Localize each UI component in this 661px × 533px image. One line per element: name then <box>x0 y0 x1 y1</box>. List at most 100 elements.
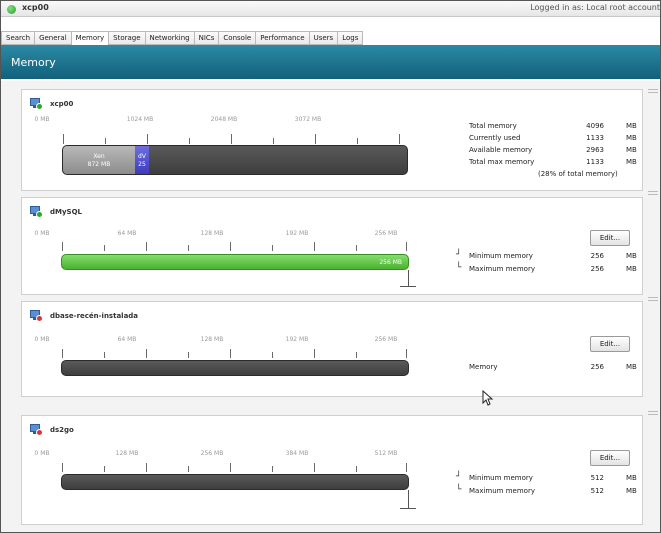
stat-total-max-memory-value: 1133 <box>586 158 604 166</box>
scale-tick <box>406 349 407 358</box>
scale-tick <box>406 242 407 251</box>
min-bracket-icon: ┘ <box>456 472 462 482</box>
scale-label: 64 MB <box>117 336 137 343</box>
scale-tick <box>230 349 231 358</box>
stat-minimum-memory-value: 256 <box>590 252 604 260</box>
vm-name: dMySQL <box>50 208 82 216</box>
tab-users[interactable]: Users <box>308 31 338 45</box>
vm-memory-segment[interactable]: dV 25 <box>135 146 149 174</box>
scroll-grip[interactable] <box>648 411 658 415</box>
scale-tick <box>315 134 316 144</box>
host-memory-bar: Xen 872 MB dV 25 <box>62 145 408 175</box>
scale-label: 2048 MB <box>210 116 238 123</box>
scale-label: 0 MB <box>34 230 50 237</box>
scale-tick <box>273 138 274 144</box>
scale-tick <box>188 352 189 358</box>
scale-label: 0 MB <box>34 116 50 123</box>
scale-tick <box>146 349 147 358</box>
scale-tick <box>314 242 315 251</box>
stat-minimum-memory-label: Minimum memory <box>469 474 533 482</box>
stat-minimum-memory-value: 512 <box>590 474 604 482</box>
stat-currently-used-value: 1133 <box>586 134 604 142</box>
scale-label: 128 MB <box>115 450 139 457</box>
scale-tick <box>147 134 148 144</box>
max-memory-marker-base <box>400 286 416 287</box>
tab-bar: Search General Memory Storage Networking… <box>1 31 364 46</box>
scale-tick <box>314 463 315 472</box>
max-memory-marker-base <box>400 508 416 509</box>
scale-tick <box>146 242 147 251</box>
vm-name: dbase-recén-instalada <box>50 312 139 320</box>
scale-tick <box>63 134 64 144</box>
tab-performance[interactable]: Performance <box>255 31 309 45</box>
stat-unit: MB <box>626 474 637 482</box>
stat-currently-used-label: Currently used <box>469 134 521 142</box>
stat-unit: MB <box>626 158 637 166</box>
scale-tick <box>356 352 357 358</box>
stat-maximum-memory-label: Maximum memory <box>469 487 535 495</box>
scale-tick <box>188 245 189 251</box>
scale-label: 256 MB <box>200 450 224 457</box>
stat-percent-note: (28% of total memory) <box>538 170 618 178</box>
scale-label: 384 MB <box>285 450 309 457</box>
xen-memory-segment[interactable]: Xen 872 MB <box>63 146 135 174</box>
vm-name: ds2go <box>50 426 74 434</box>
vm-memory-bar[interactable] <box>61 360 409 376</box>
scale-tick <box>104 466 105 472</box>
scale-tick <box>272 352 273 358</box>
scroll-grip[interactable] <box>648 191 658 195</box>
max-memory-marker[interactable] <box>408 270 409 286</box>
tab-storage[interactable]: Storage <box>108 31 145 45</box>
xen-label: Xen <box>93 153 105 160</box>
tab-console[interactable]: Console <box>218 31 256 45</box>
vm-memory-bar[interactable]: 256 MB <box>61 254 409 270</box>
stat-minimum-memory-label: Minimum memory <box>469 252 533 260</box>
scale-tick <box>146 463 147 472</box>
stat-maximum-memory-value: 512 <box>590 487 604 495</box>
scale-tick <box>406 463 407 472</box>
scale-label: 0 MB <box>34 450 50 457</box>
tab-general[interactable]: General <box>34 31 71 45</box>
vm-value: 25 <box>138 161 146 168</box>
scale-label: 0 MB <box>34 336 50 343</box>
scroll-grip[interactable] <box>648 89 658 93</box>
vm-running-icon <box>30 206 44 219</box>
scale-label: 256 MB <box>374 230 398 237</box>
scale-tick <box>105 138 106 144</box>
stat-total-memory-value: 4096 <box>586 122 604 130</box>
scale-tick <box>104 245 105 251</box>
scale-label: 192 MB <box>285 336 309 343</box>
stat-total-memory-label: Total memory <box>469 122 517 130</box>
vm-halted-icon <box>30 424 44 437</box>
scroll-grip[interactable] <box>648 297 658 301</box>
edit-memory-button[interactable]: Edit... <box>590 230 630 246</box>
scale-tick <box>189 138 190 144</box>
vm-label: dV <box>138 153 146 160</box>
stat-memory-label: Memory <box>469 363 498 371</box>
scale-tick <box>314 349 315 358</box>
host-server-icon <box>30 98 44 111</box>
scale-tick <box>188 466 189 472</box>
window: xcp00 Logged in as: Local root account S… <box>0 0 661 533</box>
tab-logs[interactable]: Logs <box>337 31 364 45</box>
tab-nics[interactable]: NICs <box>193 31 219 45</box>
memory-content[interactable]: xcp00 0 MB 1024 MB 2048 MB 3072 MB Xen 8… <box>1 81 660 532</box>
edit-memory-button[interactable]: Edit... <box>590 450 630 466</box>
scale-tick <box>231 134 232 144</box>
stat-unit: MB <box>626 265 637 273</box>
min-bracket-icon: ┘ <box>456 250 462 260</box>
vm-memory-bar[interactable] <box>61 474 409 490</box>
tab-search[interactable]: Search <box>1 31 35 45</box>
host-memory-panel: xcp00 0 MB 1024 MB 2048 MB 3072 MB Xen 8… <box>21 89 643 191</box>
stat-available-memory-label: Available memory <box>469 146 533 154</box>
scale-tick <box>357 138 358 144</box>
scale-tick <box>272 245 273 251</box>
host-name: xcp00 <box>50 100 74 108</box>
vm-memory-bar-label: 256 MB <box>379 259 402 266</box>
tab-memory[interactable]: Memory <box>70 31 109 46</box>
max-memory-marker[interactable] <box>408 490 409 508</box>
scale-tick <box>356 245 357 251</box>
tab-networking[interactable]: Networking <box>144 31 194 45</box>
scale-label: 128 MB <box>200 230 224 237</box>
edit-memory-button[interactable]: Edit... <box>590 336 630 352</box>
